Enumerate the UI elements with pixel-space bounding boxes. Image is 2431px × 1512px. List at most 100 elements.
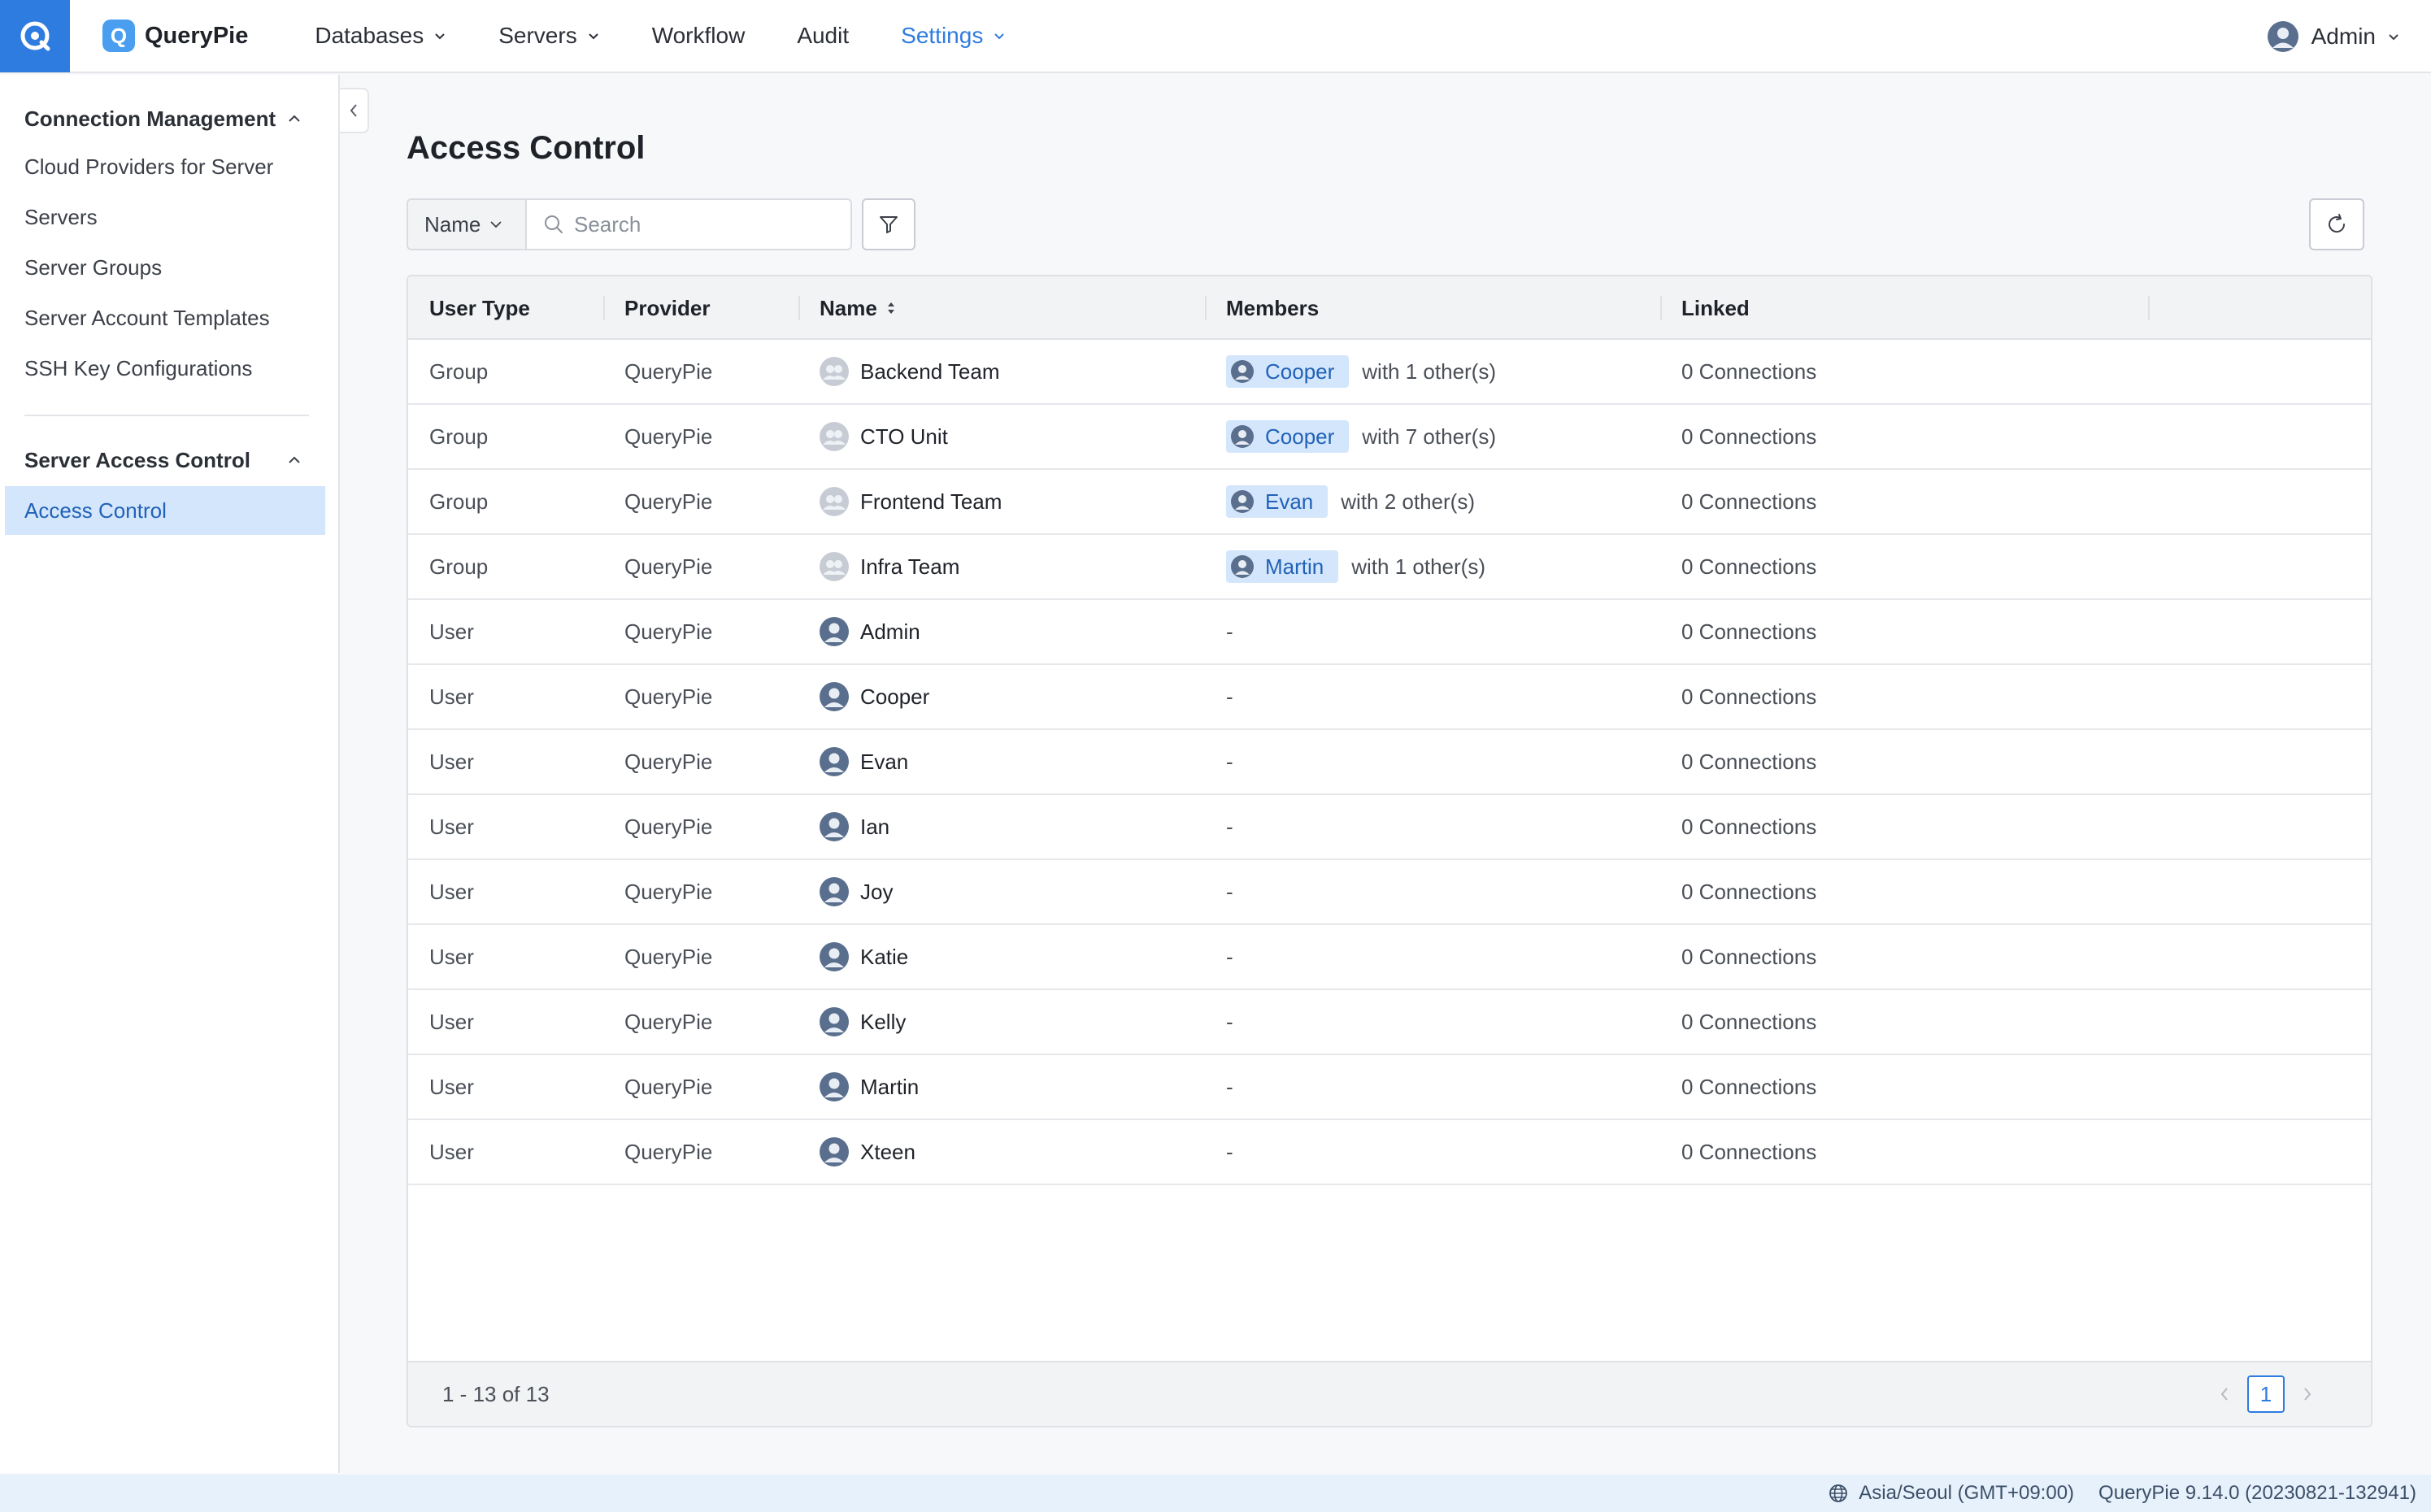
globe-icon	[1829, 1484, 1848, 1502]
sidebar-item-servers[interactable]: Servers	[0, 192, 338, 242]
cell-provider: QueryPie	[624, 749, 713, 774]
cell-name: CTO Unit	[820, 405, 948, 468]
table-row[interactable]: User QueryPie Joy - 0 Connections	[408, 860, 2371, 925]
cell-name-label: Infra Team	[860, 554, 960, 579]
chevron-down-icon	[588, 33, 598, 40]
search-field-select[interactable]: Name	[407, 198, 527, 250]
pagination: 1	[2208, 1375, 2324, 1413]
cell-provider: QueryPie	[624, 879, 713, 904]
member-chip[interactable]: Cooper	[1226, 355, 1350, 388]
filter-button[interactable]	[862, 198, 915, 250]
cell-name: Infra Team	[820, 535, 959, 598]
table-row[interactable]: User QueryPie Ian - 0 Connections	[408, 795, 2371, 860]
cell-provider: QueryPie	[624, 684, 713, 709]
user-avatar-icon	[820, 877, 849, 906]
member-chip[interactable]: Evan	[1226, 485, 1329, 518]
cell-name: Ian	[820, 795, 889, 858]
cell-name-label: Martin	[860, 1074, 920, 1099]
chevron-right-icon	[2304, 1388, 2311, 1401]
nav-databases[interactable]: Databases	[289, 0, 472, 72]
page-number-button[interactable]: 1	[2247, 1375, 2285, 1413]
search-input[interactable]	[574, 211, 834, 237]
refresh-button[interactable]	[2309, 198, 2364, 250]
chevron-down-icon	[2389, 34, 2398, 41]
user-avatar-icon	[1231, 490, 1254, 513]
nav-workflow[interactable]: Workflow	[626, 0, 772, 72]
cell-name: Cooper	[820, 665, 929, 728]
user-avatar-icon	[820, 1007, 849, 1036]
column-resizer[interactable]	[798, 296, 800, 320]
cell-provider: QueryPie	[624, 1074, 713, 1099]
column-resizer[interactable]	[1660, 296, 1662, 320]
table-row[interactable]: User QueryPie Xteen - 0 Connections	[408, 1120, 2371, 1185]
table-header: User Type Provider Name Members Linked	[408, 276, 2371, 340]
cell-members: -	[1226, 795, 1233, 858]
sidebar-section-server-access-control[interactable]: Server Access Control	[0, 437, 338, 483]
table-row[interactable]: User QueryPie Martin - 0 Connections	[408, 1055, 2371, 1120]
prev-page-button[interactable]	[2208, 1376, 2241, 1412]
sidebar-item-server-groups[interactable]: Server Groups	[0, 242, 338, 293]
nav-settings[interactable]: Settings	[875, 0, 1032, 72]
sidebar-item-access-control[interactable]: Access Control	[5, 486, 325, 535]
cell-user-type: Group	[429, 554, 489, 579]
table-row[interactable]: User QueryPie Katie - 0 Connections	[408, 925, 2371, 990]
column-header-members[interactable]: Members	[1226, 276, 1319, 340]
cell-user-type: User	[429, 879, 474, 904]
sidebar-section-connection-management[interactable]: Connection Management	[0, 96, 338, 141]
avatar-icon	[2267, 21, 2298, 52]
member-empty: -	[1226, 1009, 1233, 1034]
cell-name-label: CTO Unit	[860, 424, 948, 449]
member-chip[interactable]: Martin	[1226, 550, 1339, 583]
nav-audit[interactable]: Audit	[771, 0, 875, 72]
table-row[interactable]: Group QueryPie Infra Team Martin with 1 othe…	[408, 535, 2371, 600]
sort-icon[interactable]	[885, 300, 897, 316]
cell-user-type: User	[429, 1074, 474, 1099]
cell-members: -	[1226, 1055, 1233, 1119]
column-header-user-type[interactable]: User Type	[429, 276, 530, 340]
page-title: Access Control	[407, 130, 646, 166]
sidebar-item-ssh-key-configurations[interactable]: SSH Key Configurations	[0, 343, 338, 393]
column-resizer[interactable]	[603, 296, 605, 320]
search-box	[527, 198, 852, 250]
chevron-up-icon	[289, 456, 300, 463]
cell-linked: 0 Connections	[1681, 489, 1817, 514]
cell-name: Joy	[820, 860, 893, 923]
sidebar-section-title: Server Access Control	[24, 447, 250, 472]
sidebar-item-server-account-templates[interactable]: Server Account Templates	[0, 293, 338, 343]
main-nav: Databases Servers Workflow Audit Settings	[289, 0, 1032, 72]
app-logo-icon	[20, 21, 50, 51]
table-row[interactable]: Group QueryPie Frontend Team Evan with 2 oth…	[408, 470, 2371, 535]
table-row[interactable]: User QueryPie Cooper - 0 Connections	[408, 665, 2371, 730]
column-resizer[interactable]	[2148, 296, 2150, 320]
member-extra: with 1 other(s)	[1351, 554, 1485, 579]
user-menu[interactable]: Admin	[2267, 0, 2400, 73]
table-row[interactable]: User QueryPie Evan - 0 Connections	[408, 730, 2371, 795]
cell-provider: QueryPie	[624, 1139, 713, 1164]
member-chip[interactable]: Cooper	[1226, 420, 1350, 453]
cell-members: -	[1226, 860, 1233, 923]
column-header-name[interactable]: Name	[820, 276, 897, 340]
table-row[interactable]: User QueryPie Kelly - 0 Connections	[408, 990, 2371, 1055]
sidebar-section-title: Connection Management	[24, 106, 276, 131]
cell-user-type: User	[429, 749, 474, 774]
nav-servers[interactable]: Servers	[472, 0, 625, 72]
timezone-label[interactable]: Asia/Seoul (GMT+09:00)	[1859, 1482, 2074, 1505]
cell-name: Katie	[820, 925, 908, 988]
member-empty: -	[1226, 684, 1233, 709]
column-resizer[interactable]	[1205, 296, 1207, 320]
member-extra: with 7 other(s)	[1362, 424, 1497, 449]
column-header-linked[interactable]: Linked	[1681, 276, 1750, 340]
cell-linked: 0 Connections	[1681, 749, 1817, 774]
cell-provider: QueryPie	[624, 424, 713, 449]
next-page-button[interactable]	[2291, 1376, 2324, 1412]
brand-logo-icon: Q	[102, 20, 135, 52]
access-control-table: User Type Provider Name Members Linked G…	[407, 275, 2372, 1427]
cell-members: -	[1226, 665, 1233, 728]
table-row[interactable]: User QueryPie Admin - 0 Connections	[408, 600, 2371, 665]
brand[interactable]: Q QueryPie	[102, 20, 248, 52]
sidebar-item-cloud-providers[interactable]: Cloud Providers for Server	[0, 141, 338, 192]
home-button[interactable]	[0, 0, 70, 72]
table-row[interactable]: Group QueryPie CTO Unit Cooper with 7 other(…	[408, 405, 2371, 470]
table-row[interactable]: Group QueryPie Backend Team Cooper with 1 ot…	[408, 340, 2371, 405]
column-header-provider[interactable]: Provider	[624, 276, 711, 340]
